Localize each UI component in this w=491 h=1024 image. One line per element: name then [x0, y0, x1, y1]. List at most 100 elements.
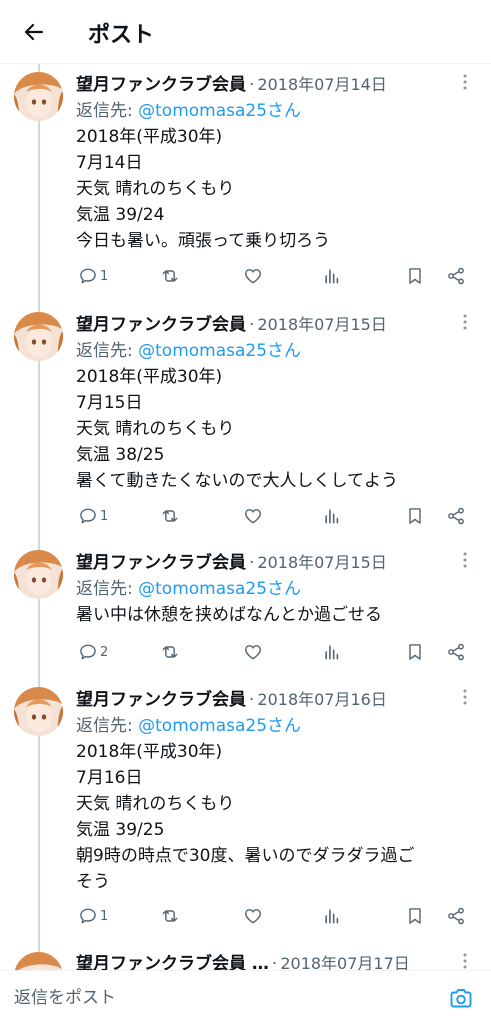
- bookmark-button[interactable]: [405, 640, 425, 664]
- repost-icon: [162, 270, 178, 282]
- text-line: 気温 38/25: [76, 445, 165, 465]
- arrow-left-icon: [24, 23, 44, 41]
- reply-handle[interactable]: @tomomasa25さん: [138, 579, 301, 599]
- repost-button[interactable]: [160, 640, 180, 664]
- tweet-date[interactable]: 2018年07月16日: [257, 686, 386, 709]
- reply-prefix: 返信先:: [76, 716, 139, 736]
- tweet-text: 2018年(平成30年) 7月14日 天気 晴れのちくもり 気温 39/24 今…: [76, 124, 466, 254]
- like-button[interactable]: [243, 904, 263, 928]
- views-button[interactable]: [322, 640, 342, 664]
- share-icon: [448, 907, 464, 925]
- bookmark-icon: [409, 644, 421, 660]
- analytics-icon: [325, 509, 339, 524]
- text-line: 天気 晴れのちくもり: [76, 419, 235, 439]
- share-button[interactable]: [446, 904, 466, 928]
- share-button[interactable]: [446, 504, 466, 528]
- reply-prefix: 返信先:: [76, 101, 139, 121]
- repost-button[interactable]: [160, 264, 180, 288]
- tweet-date[interactable]: 2018年07月15日: [257, 311, 386, 334]
- reply-input[interactable]: [14, 985, 424, 1011]
- reply-button[interactable]: 1: [78, 264, 108, 288]
- more-vertical-icon: [463, 74, 467, 90]
- bookmark-icon: [409, 508, 421, 524]
- display-name[interactable]: 望月ファンクラブ会員: [76, 310, 246, 334]
- share-icon: [448, 267, 464, 285]
- analytics-icon: [325, 645, 339, 660]
- comment-icon: [80, 908, 96, 924]
- tweet-meta: 望月ファンクラブ会員 · 2018年07月15日: [76, 310, 456, 334]
- text-line: 気温 39/24: [76, 205, 165, 225]
- more-button[interactable]: [455, 312, 475, 332]
- bookmark-button[interactable]: [405, 904, 425, 928]
- text-line: 7月16日: [76, 768, 143, 788]
- camera-icon: [450, 989, 472, 1008]
- thread-connector: [38, 64, 40, 970]
- page-title: ポスト: [88, 23, 155, 48]
- separator: ·: [249, 553, 255, 572]
- views-button[interactable]: [322, 504, 342, 528]
- back-button[interactable]: [16, 14, 52, 50]
- comment-icon: [80, 644, 96, 660]
- more-button[interactable]: [455, 550, 475, 570]
- bookmark-icon: [409, 908, 421, 924]
- text-line: 天気 晴れのちくもり: [76, 179, 235, 199]
- tweet-meta: 望月ファンクラブ会員 · 2018年07月14日: [76, 70, 456, 94]
- views-button[interactable]: [322, 904, 342, 928]
- separator: ·: [249, 315, 255, 334]
- display-name[interactable]: 望月ファンクラブ会員: [76, 548, 246, 572]
- text-line: 今日も暑い。頑張って乗り切ろう: [76, 231, 331, 251]
- reply-to: 返信先: @tomomasa25さん: [76, 96, 301, 121]
- reply-button[interactable]: 1: [78, 904, 108, 928]
- tweet-date[interactable]: 2018年07月14日: [257, 71, 386, 94]
- analytics-icon: [325, 909, 339, 924]
- reply-count: 1: [100, 908, 109, 924]
- like-button[interactable]: [243, 504, 263, 528]
- separator: ·: [249, 690, 255, 709]
- share-button[interactable]: [446, 640, 466, 664]
- reply-prefix: 返信先:: [76, 341, 139, 361]
- bookmark-icon: [409, 268, 421, 284]
- bookmark-button[interactable]: [405, 264, 425, 288]
- tweet-date[interactable]: 2018年07月15日: [257, 549, 386, 572]
- action-bar: 1: [76, 504, 476, 528]
- views-button[interactable]: [322, 264, 342, 288]
- comment-icon: [80, 508, 96, 524]
- camera-button[interactable]: [448, 985, 474, 1011]
- text-line: 7月15日: [76, 393, 143, 413]
- display-name[interactable]: 望月ファンクラブ会員: [76, 685, 246, 709]
- reply-handle[interactable]: @tomomasa25さん: [138, 341, 301, 361]
- repost-button[interactable]: [160, 904, 180, 928]
- more-button[interactable]: [455, 687, 475, 707]
- share-icon: [448, 643, 464, 661]
- repost-icon: [162, 910, 178, 922]
- bookmark-button[interactable]: [405, 504, 425, 528]
- share-button[interactable]: [446, 264, 466, 288]
- heart-icon: [245, 269, 261, 284]
- text-line: 気温 39/25: [76, 820, 165, 840]
- reply-handle[interactable]: @tomomasa25さん: [138, 716, 301, 736]
- text-line: 2018年(平成30年): [76, 367, 223, 387]
- reply-to: 返信先: @tomomasa25さん: [76, 711, 301, 736]
- display-name[interactable]: 望月ファンクラブ会員: [76, 70, 246, 94]
- more-button[interactable]: [455, 951, 475, 971]
- avatar[interactable]: [14, 687, 63, 736]
- more-button[interactable]: [455, 72, 475, 92]
- reply-handle[interactable]: @tomomasa25さん: [138, 101, 301, 121]
- repost-button[interactable]: [160, 504, 180, 528]
- avatar[interactable]: [14, 72, 63, 121]
- reply-count: 1: [100, 508, 109, 524]
- text-line: 天気 晴れのちくもり: [76, 794, 235, 814]
- reply-to: 返信先: @tomomasa25さん: [76, 336, 301, 361]
- reply-button[interactable]: 1: [78, 504, 108, 528]
- tweet-text: 暑い中は休憩を挟めばなんとか過ごせる: [76, 602, 466, 628]
- more-vertical-icon: [463, 314, 467, 330]
- like-button[interactable]: [243, 264, 263, 288]
- heart-icon: [245, 509, 261, 524]
- like-button[interactable]: [243, 640, 263, 664]
- reply-button[interactable]: 2: [78, 640, 108, 664]
- avatar[interactable]: [14, 312, 63, 361]
- more-vertical-icon: [463, 552, 467, 568]
- avatar[interactable]: [14, 550, 63, 599]
- heart-icon: [245, 645, 261, 660]
- reply-count: 2: [100, 644, 109, 660]
